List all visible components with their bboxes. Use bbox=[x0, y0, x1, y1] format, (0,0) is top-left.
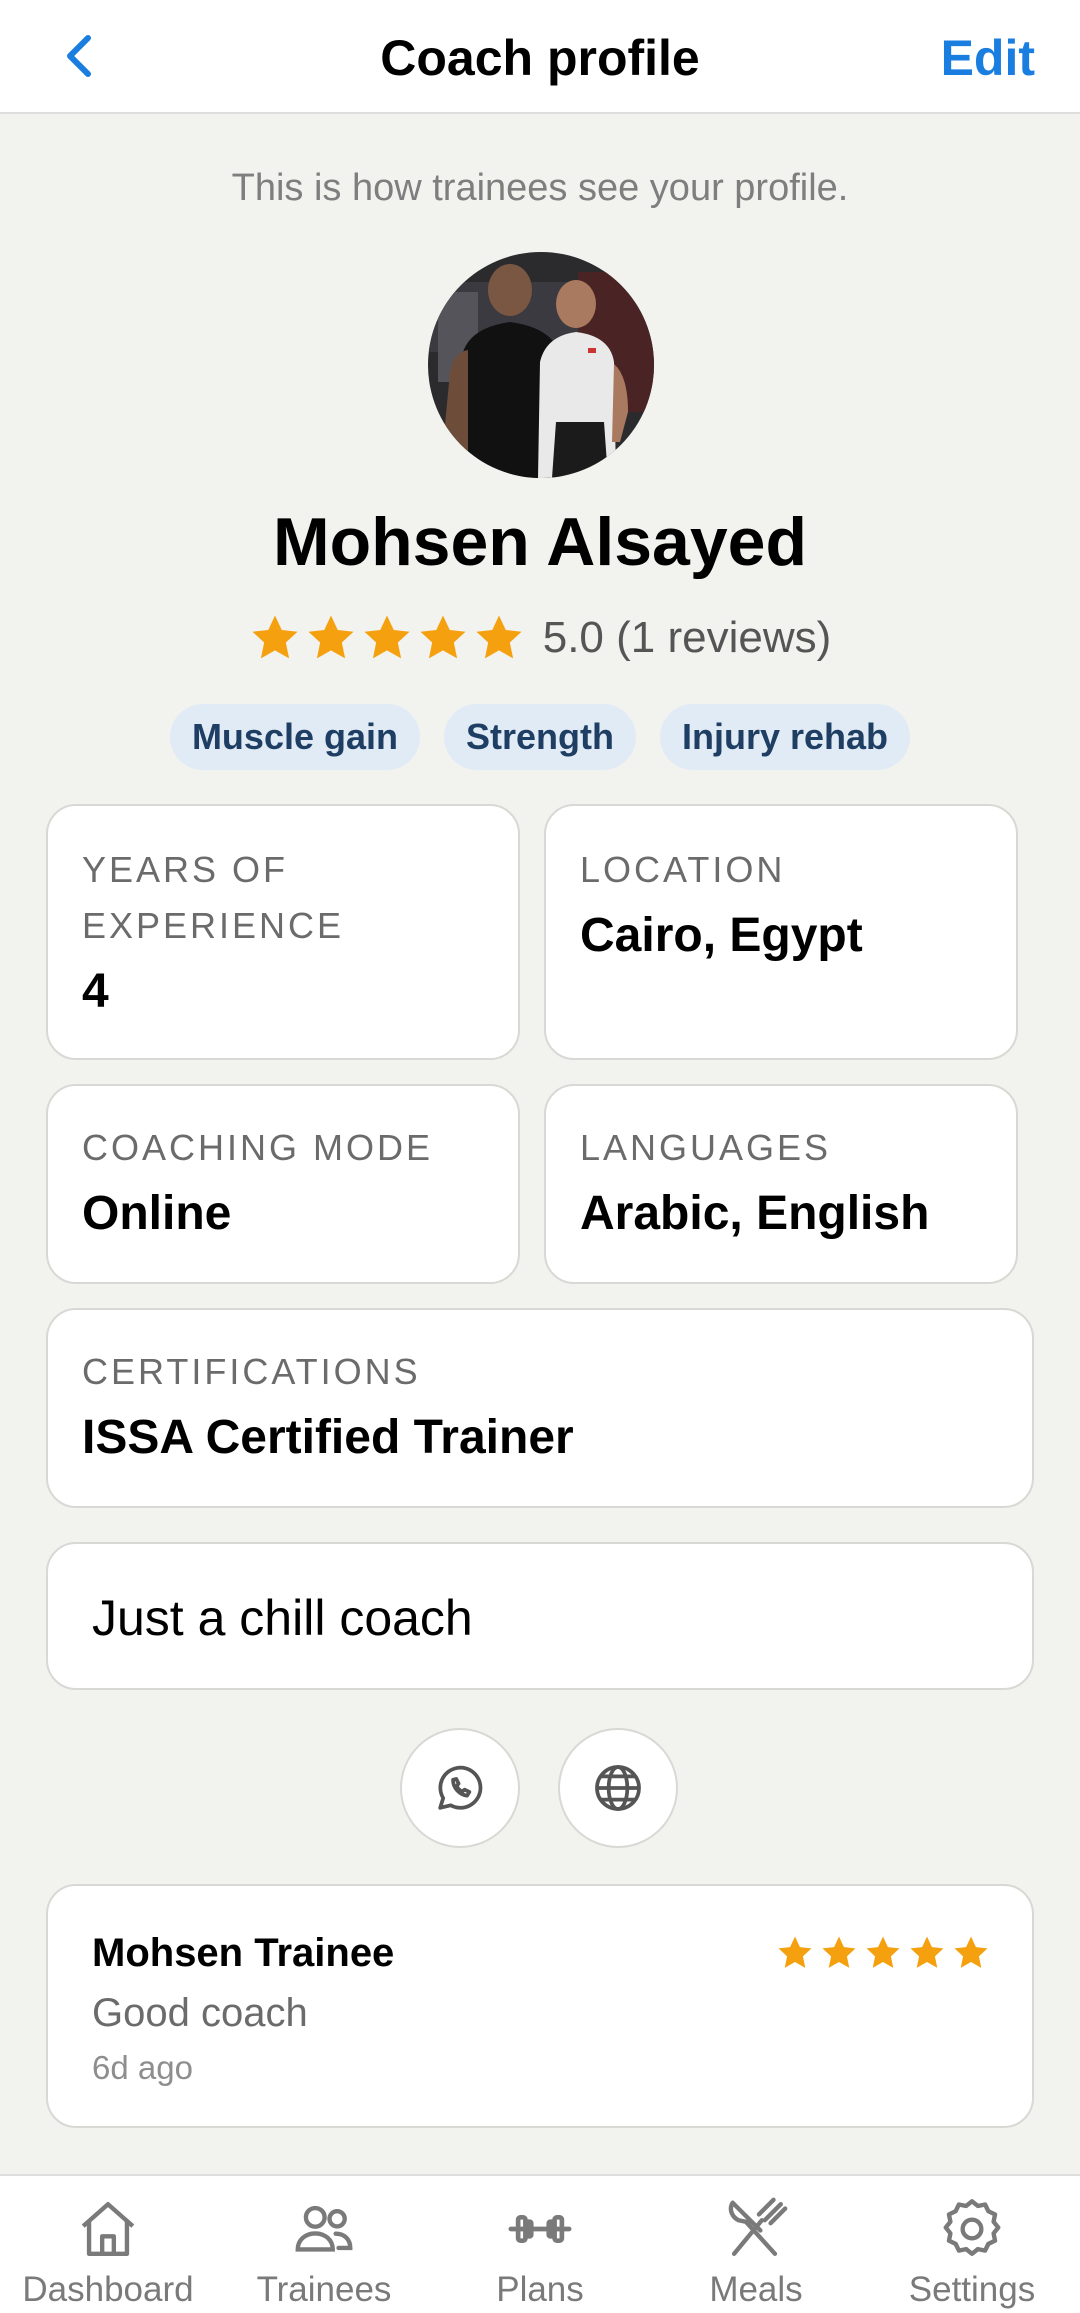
experience-card: Years of experience 4 bbox=[46, 804, 520, 1060]
location-card: Location Cairo, Egypt bbox=[544, 804, 1018, 1060]
bottom-tab-bar: Dashboard Trainees Plans Meals Settings bbox=[0, 2174, 1080, 2313]
bio-text: Just a chill coach bbox=[46, 1542, 1034, 1690]
star-icon bbox=[822, 1936, 856, 1968]
coaching-mode-value: Online bbox=[82, 1187, 232, 1240]
profile-preview-hint: This is how trainees see your profile. bbox=[231, 167, 849, 209]
rating-text: 5.0 (1 reviews) bbox=[542, 613, 832, 662]
top-bar: Coach profile Edit bbox=[0, 0, 1080, 114]
experience-label: Years of experience bbox=[82, 849, 345, 946]
coach-name: Mohsen Alsayed bbox=[272, 504, 808, 580]
tag-strength: Strength bbox=[444, 704, 636, 770]
star-icon bbox=[252, 615, 298, 659]
location-value: Cairo, Egypt bbox=[580, 909, 863, 962]
tab-label: Dashboard bbox=[22, 2270, 194, 2309]
avatar bbox=[428, 252, 654, 478]
review-time: 6d ago bbox=[92, 2049, 193, 2086]
whatsapp-icon bbox=[438, 1765, 483, 1810]
languages-value: Arabic, English bbox=[580, 1187, 930, 1240]
star-icon bbox=[778, 1936, 812, 1968]
dumbbell-icon bbox=[508, 2215, 572, 2243]
tab-settings[interactable]: Settings bbox=[864, 2176, 1080, 2313]
languages-card: Languages Arabic, English bbox=[544, 1084, 1018, 1284]
star-rating bbox=[249, 612, 525, 664]
coaching-mode-card: Coaching mode Online bbox=[46, 1084, 520, 1284]
star-icon bbox=[476, 615, 522, 659]
tag-muscle-gain: Muscle gain bbox=[169, 704, 420, 770]
website-button[interactable] bbox=[558, 1728, 678, 1848]
utensils-icon bbox=[728, 2197, 788, 2256]
experience-value: 4 bbox=[82, 965, 109, 1018]
tab-label: Plans bbox=[496, 2270, 584, 2309]
tab-trainees[interactable]: Trainees bbox=[216, 2176, 432, 2313]
edit-button[interactable]: Edit bbox=[941, 28, 1035, 88]
review-stars bbox=[776, 1934, 990, 1972]
reviewer-name: Mohsen Trainee bbox=[92, 1931, 395, 1975]
whatsapp-button[interactable] bbox=[400, 1728, 520, 1848]
tab-meals[interactable]: Meals bbox=[648, 2176, 864, 2313]
tag-injury-rehab: Injury rehab bbox=[660, 704, 911, 770]
star-icon bbox=[364, 615, 410, 659]
people-icon bbox=[295, 2205, 353, 2252]
gear-icon bbox=[943, 2199, 1001, 2256]
tab-label: Trainees bbox=[256, 2270, 392, 2309]
review-card: Mohsen Trainee Good coach 6d ago bbox=[46, 1884, 1034, 2128]
tab-label: Settings bbox=[908, 2270, 1036, 2309]
certifications-card: Certifications ISSA Certified Trainer bbox=[46, 1308, 1034, 1508]
star-icon bbox=[420, 615, 466, 659]
star-icon bbox=[910, 1936, 944, 1968]
languages-label: Languages bbox=[580, 1127, 832, 1168]
tab-dashboard[interactable]: Dashboard bbox=[0, 2176, 216, 2313]
location-label: Location bbox=[580, 849, 786, 890]
coaching-mode-label: Coaching mode bbox=[82, 1127, 434, 1168]
rating-summary: 5.0 (1 reviews) bbox=[0, 608, 1080, 668]
specialty-tags: Muscle gain Strength Injury rehab bbox=[0, 704, 1080, 770]
globe-icon bbox=[595, 1765, 641, 1811]
star-icon bbox=[866, 1936, 900, 1968]
home-icon bbox=[81, 2202, 135, 2256]
tab-plans[interactable]: Plans bbox=[432, 2176, 648, 2313]
star-icon bbox=[308, 615, 354, 659]
review-comment: Good coach bbox=[92, 1991, 308, 2035]
page-title: Coach profile bbox=[380, 30, 700, 86]
star-icon bbox=[954, 1936, 988, 1968]
certifications-value: ISSA Certified Trainer bbox=[82, 1411, 574, 1464]
certifications-label: Certifications bbox=[82, 1351, 421, 1392]
tab-label: Meals bbox=[709, 2270, 803, 2309]
